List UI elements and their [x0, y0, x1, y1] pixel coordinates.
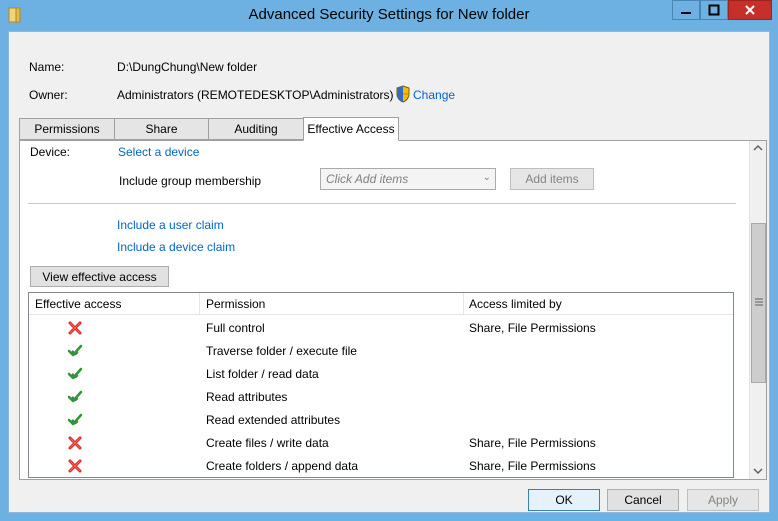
view-button-label: View effective access	[42, 269, 157, 284]
permission-cell: Create files / write data	[206, 436, 329, 450]
limited-by-cell: Share, File Permissions	[469, 436, 596, 450]
header-permission[interactable]: Permission	[206, 297, 265, 311]
permission-cell: List folder / read data	[206, 367, 319, 381]
include-device-claim-link[interactable]: Include a device claim	[117, 240, 235, 254]
divider	[28, 203, 736, 204]
green-check-icon	[67, 344, 83, 357]
tab-share[interactable]: Share	[114, 118, 209, 140]
table-header: Effective access Permission Access limit…	[29, 293, 733, 315]
red-x-icon	[68, 459, 82, 473]
tab-permissions[interactable]: Permissions	[19, 118, 115, 140]
combo-placeholder: Click Add items	[326, 172, 409, 186]
table-row[interactable]: Create files / write data Share, File Per…	[29, 432, 733, 455]
table-row[interactable]: List folder / read data	[29, 363, 733, 386]
permission-cell: Read extended attributes	[206, 413, 341, 427]
owner-label: Owner:	[29, 88, 68, 102]
green-check-icon	[67, 367, 83, 380]
green-check-icon	[67, 413, 83, 426]
view-effective-access-button[interactable]: View effective access	[30, 266, 169, 287]
minimize-icon	[681, 12, 691, 14]
effective-access-table: Effective access Permission Access limit…	[28, 292, 734, 478]
tab-auditing[interactable]: Auditing	[208, 118, 304, 140]
tab-label: Permissions	[34, 122, 100, 136]
minimize-button[interactable]	[672, 0, 700, 20]
permission-cell: Full control	[206, 321, 265, 335]
vertical-scrollbar[interactable]	[749, 141, 766, 479]
table-row[interactable]: Read extended attributes	[29, 409, 733, 432]
red-x-icon	[68, 321, 82, 335]
window-title: Advanced Security Settings for New folde…	[248, 6, 530, 23]
permission-cell: Create folders / append data	[206, 459, 359, 473]
scroll-up-icon[interactable]	[753, 144, 763, 152]
grip-icon	[755, 298, 763, 306]
ok-label: OK	[555, 493, 573, 507]
tab-label: Effective Access	[307, 122, 395, 136]
limited-by-cell: Share, File Permissions	[469, 321, 596, 335]
add-items-button[interactable]: Add items	[510, 168, 594, 190]
apply-button[interactable]: Apply	[687, 489, 759, 511]
select-device-link[interactable]: Select a device	[118, 145, 199, 159]
include-group-label: Include group membership	[119, 174, 262, 188]
column-separator	[463, 293, 464, 315]
cancel-label: Cancel	[624, 493, 662, 507]
add-items-label: Add items	[525, 172, 579, 186]
effective-access-panel: Device: Select a device Include group me…	[19, 140, 767, 480]
apply-label: Apply	[707, 493, 739, 507]
include-user-claim-link[interactable]: Include a user claim	[117, 218, 224, 232]
red-x-icon	[68, 436, 82, 450]
permission-cell: Traverse folder / execute file	[206, 344, 357, 358]
table-row[interactable]: Read attributes	[29, 386, 733, 409]
table-row[interactable]: Full control Share, File Permissions	[29, 317, 733, 340]
close-icon	[745, 5, 755, 15]
name-value: D:\DungChung\New folder	[117, 60, 258, 74]
chevron-down-icon: ⌄	[482, 172, 491, 183]
owner-value: Administrators (REMOTEDESKTOP\Administra…	[117, 88, 394, 102]
uac-shield-icon	[396, 85, 410, 103]
name-label: Name:	[29, 60, 65, 74]
tab-effective-access[interactable]: Effective Access	[303, 117, 399, 141]
permission-cell: Read attributes	[206, 390, 288, 404]
header-access-limited-by[interactable]: Access limited by	[469, 297, 562, 311]
maximize-icon	[708, 4, 720, 16]
change-owner-link[interactable]: Change	[413, 88, 455, 102]
cancel-button[interactable]: Cancel	[607, 489, 679, 511]
limited-by-cell: Share, File Permissions	[469, 459, 596, 473]
tab-label: Share	[145, 122, 178, 136]
title-bar: Advanced Security Settings for New folde…	[0, 0, 778, 32]
table-row[interactable]: Create folders / append data Share, File …	[29, 455, 733, 478]
ok-button[interactable]: OK	[528, 489, 600, 511]
dialog-body: Name: D:\DungChung\New folder Owner: Adm…	[8, 31, 770, 513]
column-separator	[199, 293, 200, 315]
scroll-down-icon[interactable]	[753, 467, 763, 475]
device-label: Device:	[30, 145, 71, 159]
group-combo[interactable]: Click Add items ⌄	[320, 168, 496, 190]
table-row[interactable]: Traverse folder / execute file	[29, 340, 733, 363]
green-check-icon	[67, 390, 83, 403]
maximize-button[interactable]	[700, 0, 728, 20]
tab-label: Auditing	[234, 122, 278, 136]
close-button[interactable]	[728, 0, 772, 20]
header-effective-access[interactable]: Effective access	[35, 297, 121, 311]
scroll-thumb[interactable]	[751, 223, 766, 383]
